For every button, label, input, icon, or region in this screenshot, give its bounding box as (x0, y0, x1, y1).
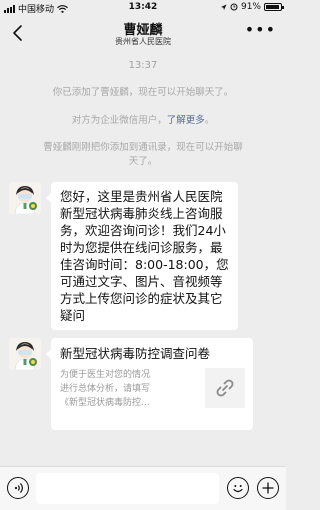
status-bar: 中国移动 13:42 91% (0, 0, 286, 16)
card-desc-line3: 《新型冠状病毒防控... (60, 398, 150, 408)
plus-icon[interactable] (257, 477, 279, 499)
battery-percent: 91% (240, 2, 261, 12)
chat-timestamp: 13:37 (128, 60, 158, 71)
system-contacts-line2: 天了。 (128, 156, 158, 167)
link-card[interactable]: 新型冠状病毒防控调查问卷 为便于医生对您的情况 进行总体分析，请填写 《新型冠状… (46, 338, 253, 430)
card-title: 新型冠状病毒防控调查问卷 (60, 346, 211, 361)
avatar[interactable] (9, 338, 41, 370)
avatar[interactable] (9, 182, 41, 214)
location-icon (220, 4, 227, 10)
card-desc-line2: 进行总体分析，请填写 (60, 384, 151, 394)
more-options-icon[interactable]: ••• (245, 22, 276, 38)
voice-icon[interactable] (7, 477, 29, 499)
battery-icon (264, 3, 284, 11)
system-enterprise-end: 。 (204, 115, 215, 126)
system-enterprise-text: 对方为企业微信用户， (71, 115, 167, 126)
message-input[interactable] (36, 473, 219, 504)
system-contacts-line1: 曹娅麟刚刚把你添加到通讯录，现在可以开始聊 (43, 142, 243, 153)
status-right: 91% (220, 2, 284, 12)
link-icon (205, 368, 245, 408)
doctor-avatar-icon (9, 182, 41, 214)
nav-bar: 曹娅麟 贵州省人民医院 ••• (0, 16, 286, 52)
card-desc-line1: 为便于医生对您的情况 (60, 370, 151, 380)
chat-subtitle: 贵州省人民医院 (115, 37, 171, 46)
system-message-contacts: 曹娅麟刚刚把你添加到通讯录，现在可以开始聊 天了。 (0, 141, 286, 169)
learn-more-link[interactable]: 了解更多 (167, 115, 205, 126)
system-message-added: 你已添加了曹娅麟，现在可以开始聊天了。 (52, 87, 234, 98)
message-bubble[interactable]: 您好，这里是贵州省人民医院新型冠状病毒肺炎线上咨询服务，欢迎咨询问诊！我们24小… (46, 182, 238, 330)
system-message-enterprise: 对方为企业微信用户，了解更多。 (0, 114, 286, 128)
emoji-icon[interactable] (227, 477, 249, 499)
input-bar (0, 466, 286, 510)
card-description: 为便于医生对您的情况 进行总体分析，请填写 《新型冠状病毒防控... (60, 368, 188, 410)
message-text: 您好，这里是贵州省人民医院新型冠状病毒肺炎线上咨询服务，欢迎咨询问诊！我们24小… (60, 189, 229, 323)
doctor-avatar-icon (9, 338, 41, 370)
alarm-icon (230, 3, 238, 11)
